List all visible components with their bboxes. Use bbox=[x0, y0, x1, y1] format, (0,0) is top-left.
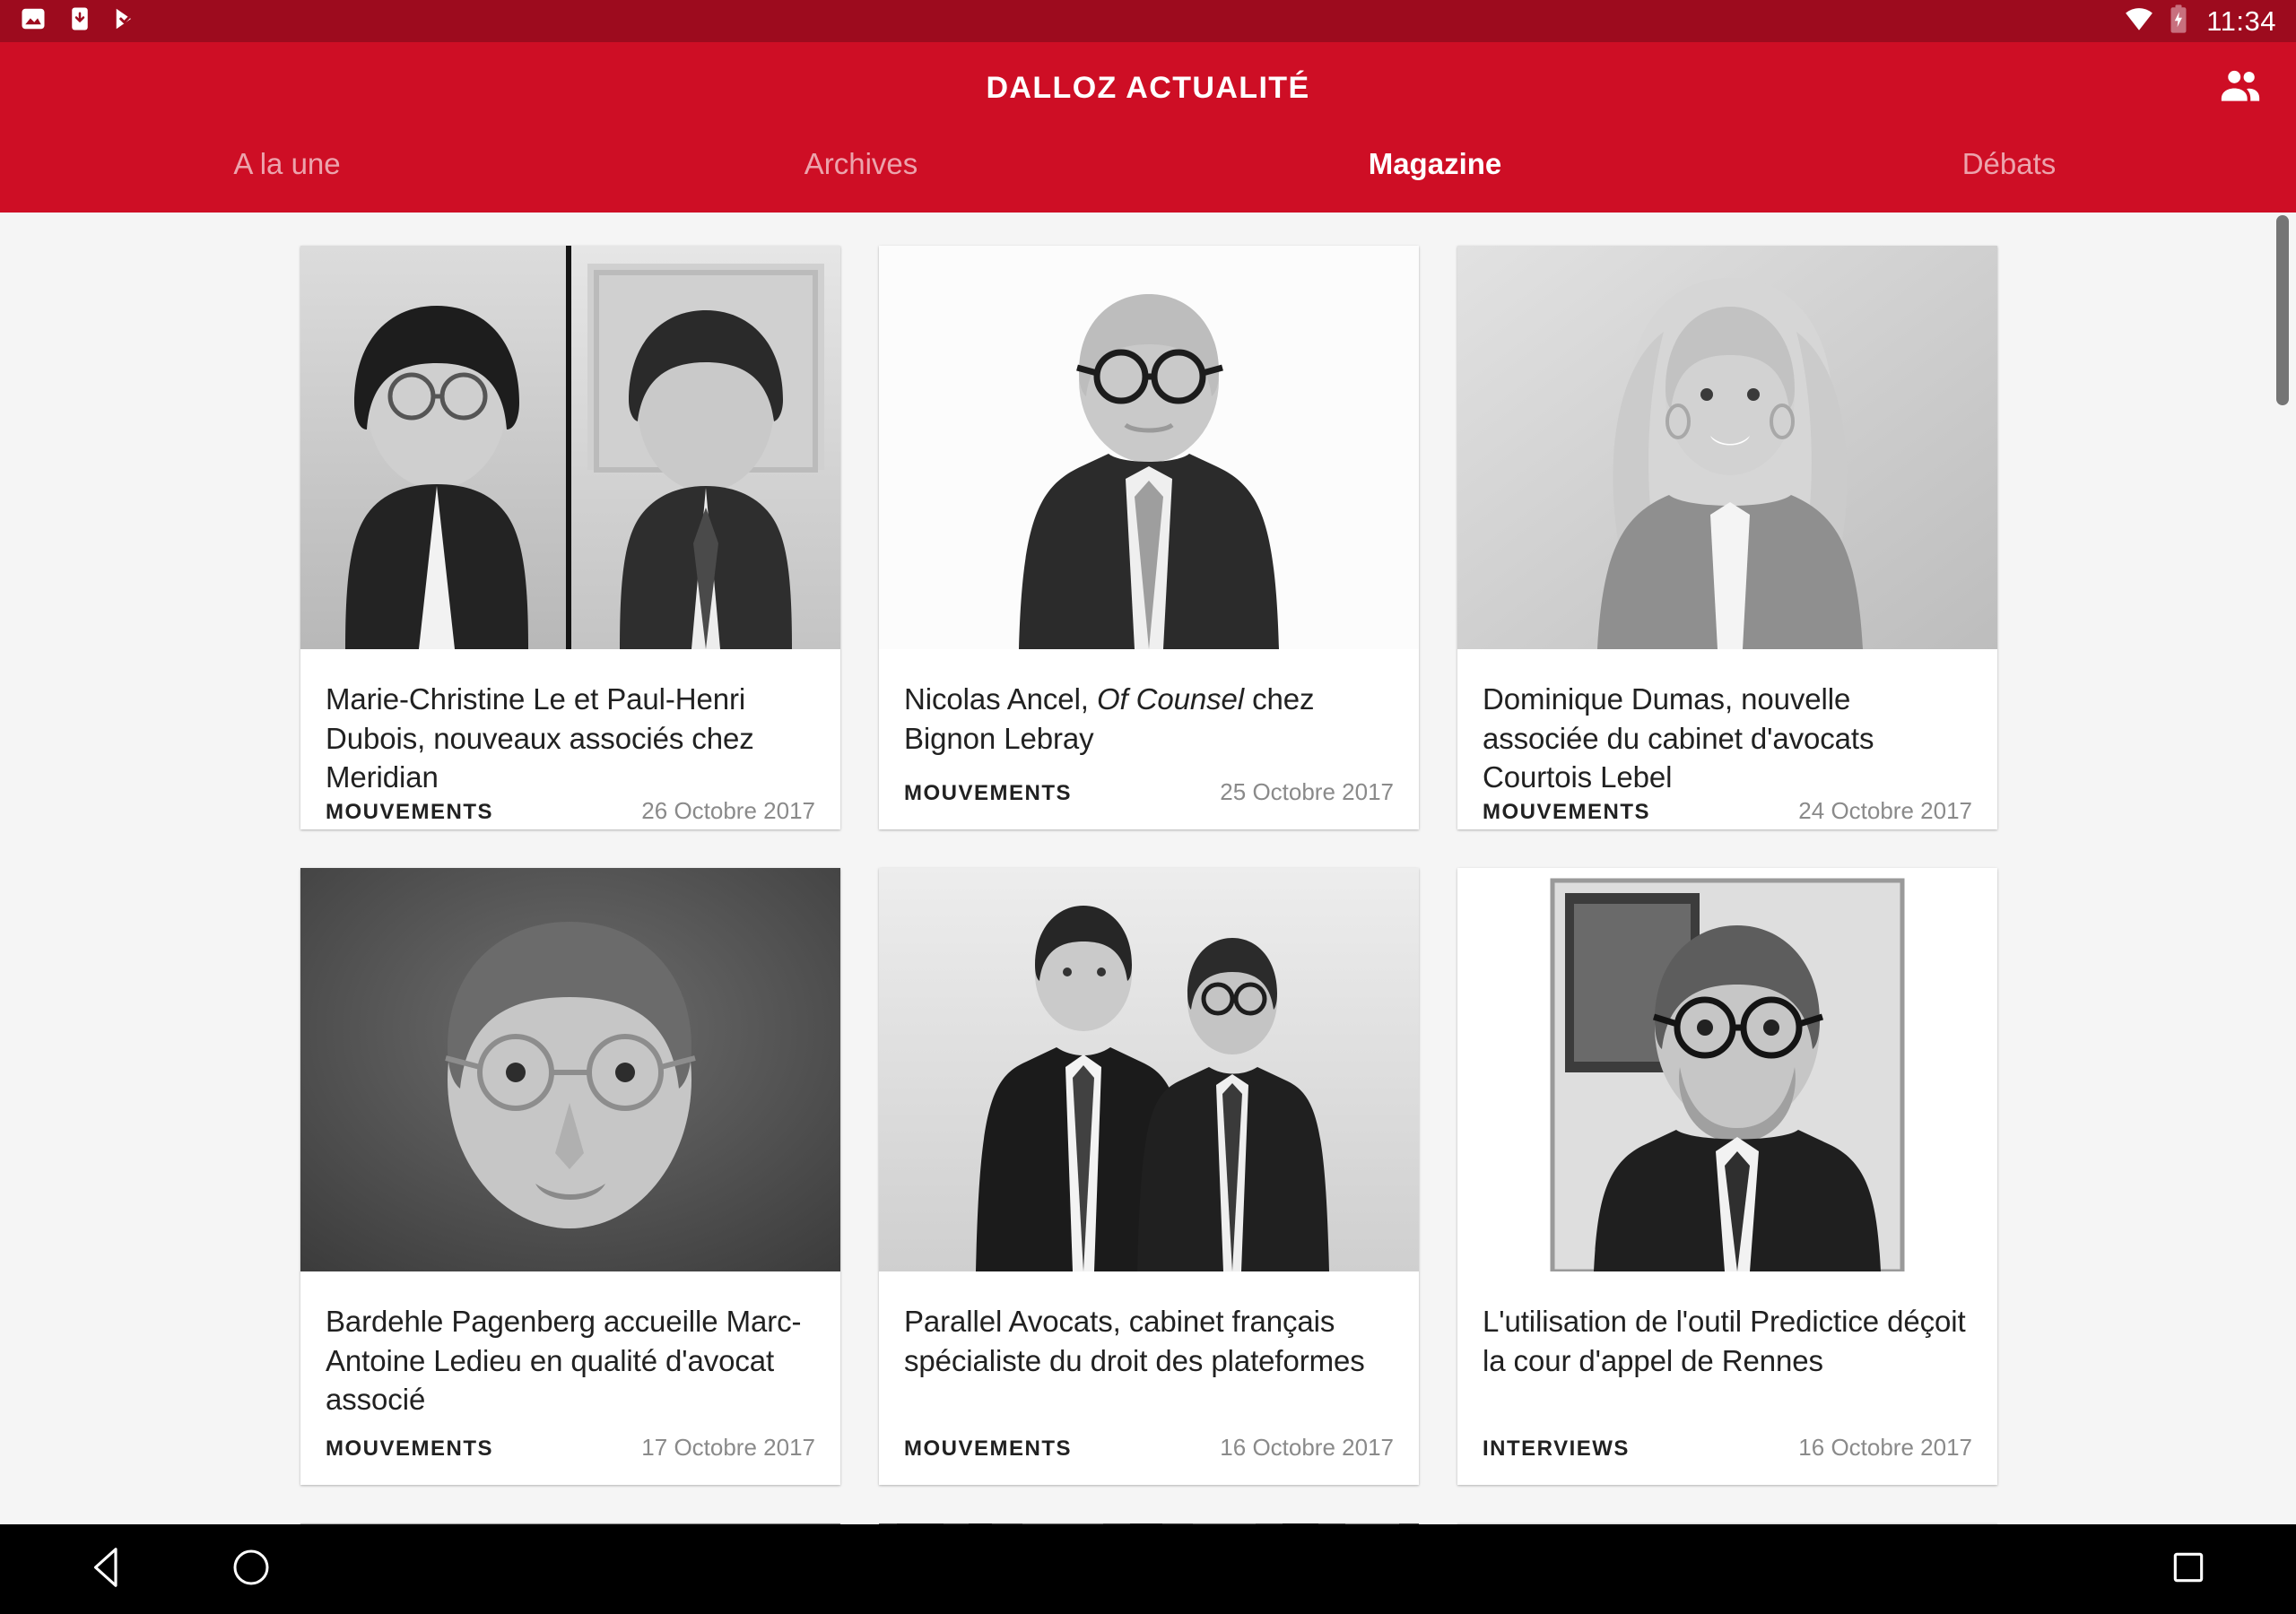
article-card[interactable]: Nicolas Ancel, Of Counsel chez Bignon Le… bbox=[879, 246, 1419, 829]
account-button[interactable] bbox=[2208, 56, 2273, 121]
status-bar-right-icons: 11:34 bbox=[2124, 4, 2276, 39]
article-meta: MOUVEMENTS 16 Octobre 2017 bbox=[904, 1434, 1394, 1485]
article-title: Nicolas Ancel, Of Counsel chez Bignon Le… bbox=[904, 682, 1315, 755]
article-category: MOUVEMENTS bbox=[904, 1436, 1073, 1461]
article-card[interactable]: Bardehle Pagenberg accueille Marc-Antoin… bbox=[300, 868, 840, 1485]
article-card-body: L'utilisation de l'outil Predictice déço… bbox=[1457, 1271, 1997, 1485]
article-category: MOUVEMENTS bbox=[326, 1436, 494, 1461]
battery-charging-icon bbox=[2169, 4, 2188, 39]
article-meta: MOUVEMENTS 24 Octobre 2017 bbox=[1483, 797, 1972, 848]
article-category: MOUVEMENTS bbox=[1483, 799, 1651, 824]
article-date: 25 Octobre 2017 bbox=[1220, 778, 1394, 805]
tab-debats[interactable]: Débats bbox=[1722, 134, 2296, 181]
article-title: Marie-Christine Le et Paul-Henri Dubois,… bbox=[326, 682, 754, 794]
article-feed[interactable]: Marie-Christine Le et Paul-Henri Dubois,… bbox=[0, 213, 2296, 1524]
article-card[interactable]: Dominique Dumas, nouvelle associée du ca… bbox=[1457, 246, 1997, 829]
portrait-man-dark-background-icon bbox=[300, 868, 840, 1271]
article-thumbnail bbox=[879, 868, 1419, 1271]
nav-recents-button[interactable] bbox=[2135, 1524, 2242, 1614]
portrait-bearded-man-glasses-framed-icon bbox=[1457, 868, 1997, 1271]
article-thumbnail bbox=[300, 246, 840, 649]
system-navigation-bar bbox=[0, 1524, 2296, 1614]
tab-a-la-une[interactable]: A la une bbox=[0, 134, 574, 181]
article-meta: MOUVEMENTS 25 Octobre 2017 bbox=[904, 778, 1394, 829]
tab-bar: A la une Archives Magazine Débats bbox=[0, 134, 2296, 213]
recents-icon bbox=[2169, 1548, 2208, 1592]
tab-magazine[interactable]: Magazine bbox=[1148, 134, 1722, 181]
home-icon bbox=[230, 1546, 273, 1593]
app-bar-title-row: DALLOZ ACTUALITÉ bbox=[0, 42, 2296, 134]
portrait-bald-man-glasses-icon bbox=[879, 246, 1419, 649]
article-card-grid: Marie-Christine Le et Paul-Henri Dubois,… bbox=[300, 246, 1998, 1524]
tab-archives[interactable]: Archives bbox=[574, 134, 1148, 181]
article-date: 26 Octobre 2017 bbox=[641, 796, 815, 824]
status-bar: 11:34 bbox=[0, 0, 2296, 42]
wifi-icon bbox=[2124, 4, 2154, 39]
checkmark-play-icon bbox=[113, 5, 140, 37]
image-icon bbox=[20, 5, 47, 37]
article-date: 24 Octobre 2017 bbox=[1798, 796, 1972, 824]
article-category: MOUVEMENTS bbox=[326, 799, 494, 824]
article-thumbnail bbox=[1457, 246, 1997, 649]
article-meta: INTERVIEWS 16 Octobre 2017 bbox=[1483, 1434, 1972, 1485]
nav-back-button[interactable] bbox=[54, 1524, 161, 1614]
article-title: Bardehle Pagenberg accueille Marc-Antoin… bbox=[326, 1305, 802, 1417]
article-card[interactable]: Parallel Avocats, cabinet français spéci… bbox=[879, 868, 1419, 1485]
portrait-two-men-suits-icon bbox=[879, 868, 1419, 1271]
app-bar: DALLOZ ACTUALITÉ A la une Archives Magaz… bbox=[0, 42, 2296, 213]
article-meta: MOUVEMENTS 26 Octobre 2017 bbox=[326, 797, 815, 848]
article-date: 16 Octobre 2017 bbox=[1220, 1434, 1394, 1461]
article-card-body: Bardehle Pagenberg accueille Marc-Antoin… bbox=[300, 1271, 840, 1485]
article-thumbnail bbox=[1457, 868, 1997, 1271]
back-icon bbox=[83, 1543, 132, 1596]
nav-home-button[interactable] bbox=[197, 1524, 305, 1614]
article-date: 16 Octobre 2017 bbox=[1798, 1434, 1972, 1461]
article-title: L'utilisation de l'outil Predictice déço… bbox=[1483, 1305, 1966, 1377]
download-to-device-icon bbox=[66, 5, 93, 37]
article-card-body: Nicolas Ancel, Of Counsel chez Bignon Le… bbox=[879, 649, 1419, 829]
article-card-body: Marie-Christine Le et Paul-Henri Dubois,… bbox=[300, 649, 840, 848]
status-bar-clock: 11:34 bbox=[2206, 5, 2276, 37]
article-card-body: Dominique Dumas, nouvelle associée du ca… bbox=[1457, 649, 1997, 848]
article-card-body: Parallel Avocats, cabinet français spéci… bbox=[879, 1271, 1419, 1485]
people-icon bbox=[2216, 62, 2265, 115]
article-card[interactable]: L'utilisation de l'outil Predictice déço… bbox=[1457, 868, 1997, 1485]
article-category: MOUVEMENTS bbox=[904, 781, 1073, 805]
article-title: Parallel Avocats, cabinet français spéci… bbox=[904, 1305, 1365, 1377]
status-bar-left-icons bbox=[20, 5, 140, 37]
portrait-two-people-diptych-icon bbox=[300, 246, 840, 649]
article-thumbnail bbox=[879, 246, 1419, 649]
article-title: Dominique Dumas, nouvelle associée du ca… bbox=[1483, 682, 1874, 794]
article-thumbnail bbox=[300, 868, 840, 1271]
article-category: INTERVIEWS bbox=[1483, 1436, 1630, 1461]
page-title: DALLOZ ACTUALITÉ bbox=[986, 71, 1310, 105]
article-date: 17 Octobre 2017 bbox=[641, 1434, 815, 1461]
portrait-blonde-woman-icon bbox=[1457, 246, 1997, 649]
vertical-scrollbar[interactable] bbox=[2276, 215, 2289, 405]
article-meta: MOUVEMENTS 17 Octobre 2017 bbox=[326, 1434, 815, 1485]
article-card[interactable]: Marie-Christine Le et Paul-Henri Dubois,… bbox=[300, 246, 840, 829]
